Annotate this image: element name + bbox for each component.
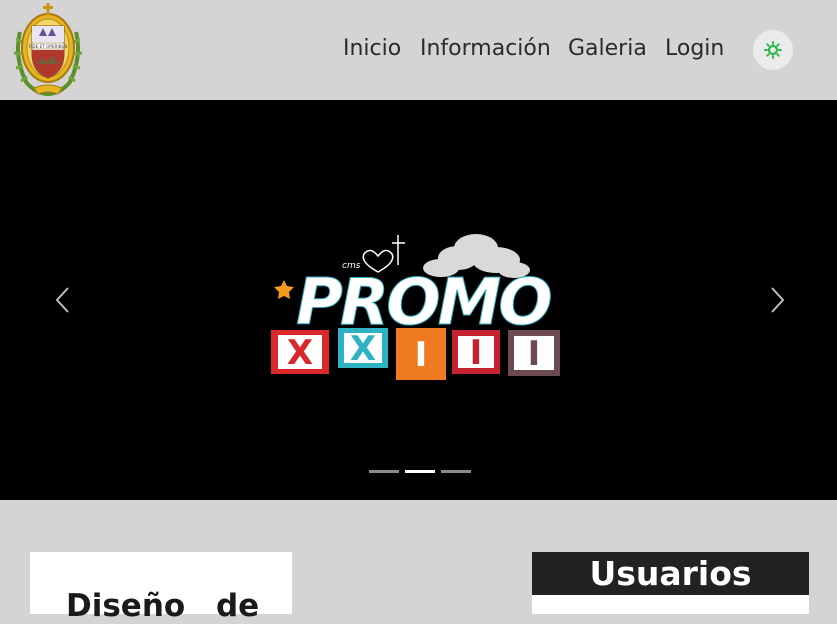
users-panel-header: Usuarios	[532, 552, 809, 595]
carousel-prev-button[interactable]	[50, 285, 74, 315]
carousel-indicators	[369, 470, 471, 474]
content-card: Diseño de	[30, 552, 292, 624]
main-nav: Inicio Información Galeria Login	[0, 36, 837, 66]
nav-link-informacion[interactable]: Información	[420, 36, 551, 61]
promo-xxiii-logo: cms PROMO X X I I I	[271, 234, 560, 380]
tile-letter-1: X	[287, 333, 313, 373]
site-header: FIDE ET OPERIBUS Inicio Información Gale…	[0, 0, 837, 100]
nav-link-login[interactable]: Login	[665, 36, 724, 61]
tile-letter-2: X	[350, 329, 376, 369]
carousel-next-button[interactable]	[766, 285, 790, 315]
hero-carousel: cms PROMO X X I I I	[0, 100, 837, 500]
tile-letter-3: I	[415, 335, 428, 375]
chevron-left-icon	[55, 287, 69, 313]
carousel-indicator-1[interactable]	[369, 470, 399, 473]
carousel-indicator-2-active[interactable]	[405, 470, 435, 473]
card-title: Diseño de	[66, 588, 260, 624]
users-panel: Usuarios	[532, 552, 809, 614]
sun-icon	[764, 41, 782, 59]
carousel-indicator-3[interactable]	[441, 470, 471, 473]
chevron-right-icon	[771, 287, 785, 313]
nav-link-inicio[interactable]: Inicio	[343, 36, 401, 61]
tile-letter-5: I	[528, 334, 541, 374]
theme-toggle-button[interactable]	[753, 30, 793, 70]
tile-letter-4: I	[470, 333, 483, 373]
users-panel-title: Usuarios	[589, 554, 752, 593]
nav-link-galeria[interactable]: Galeria	[568, 36, 647, 61]
